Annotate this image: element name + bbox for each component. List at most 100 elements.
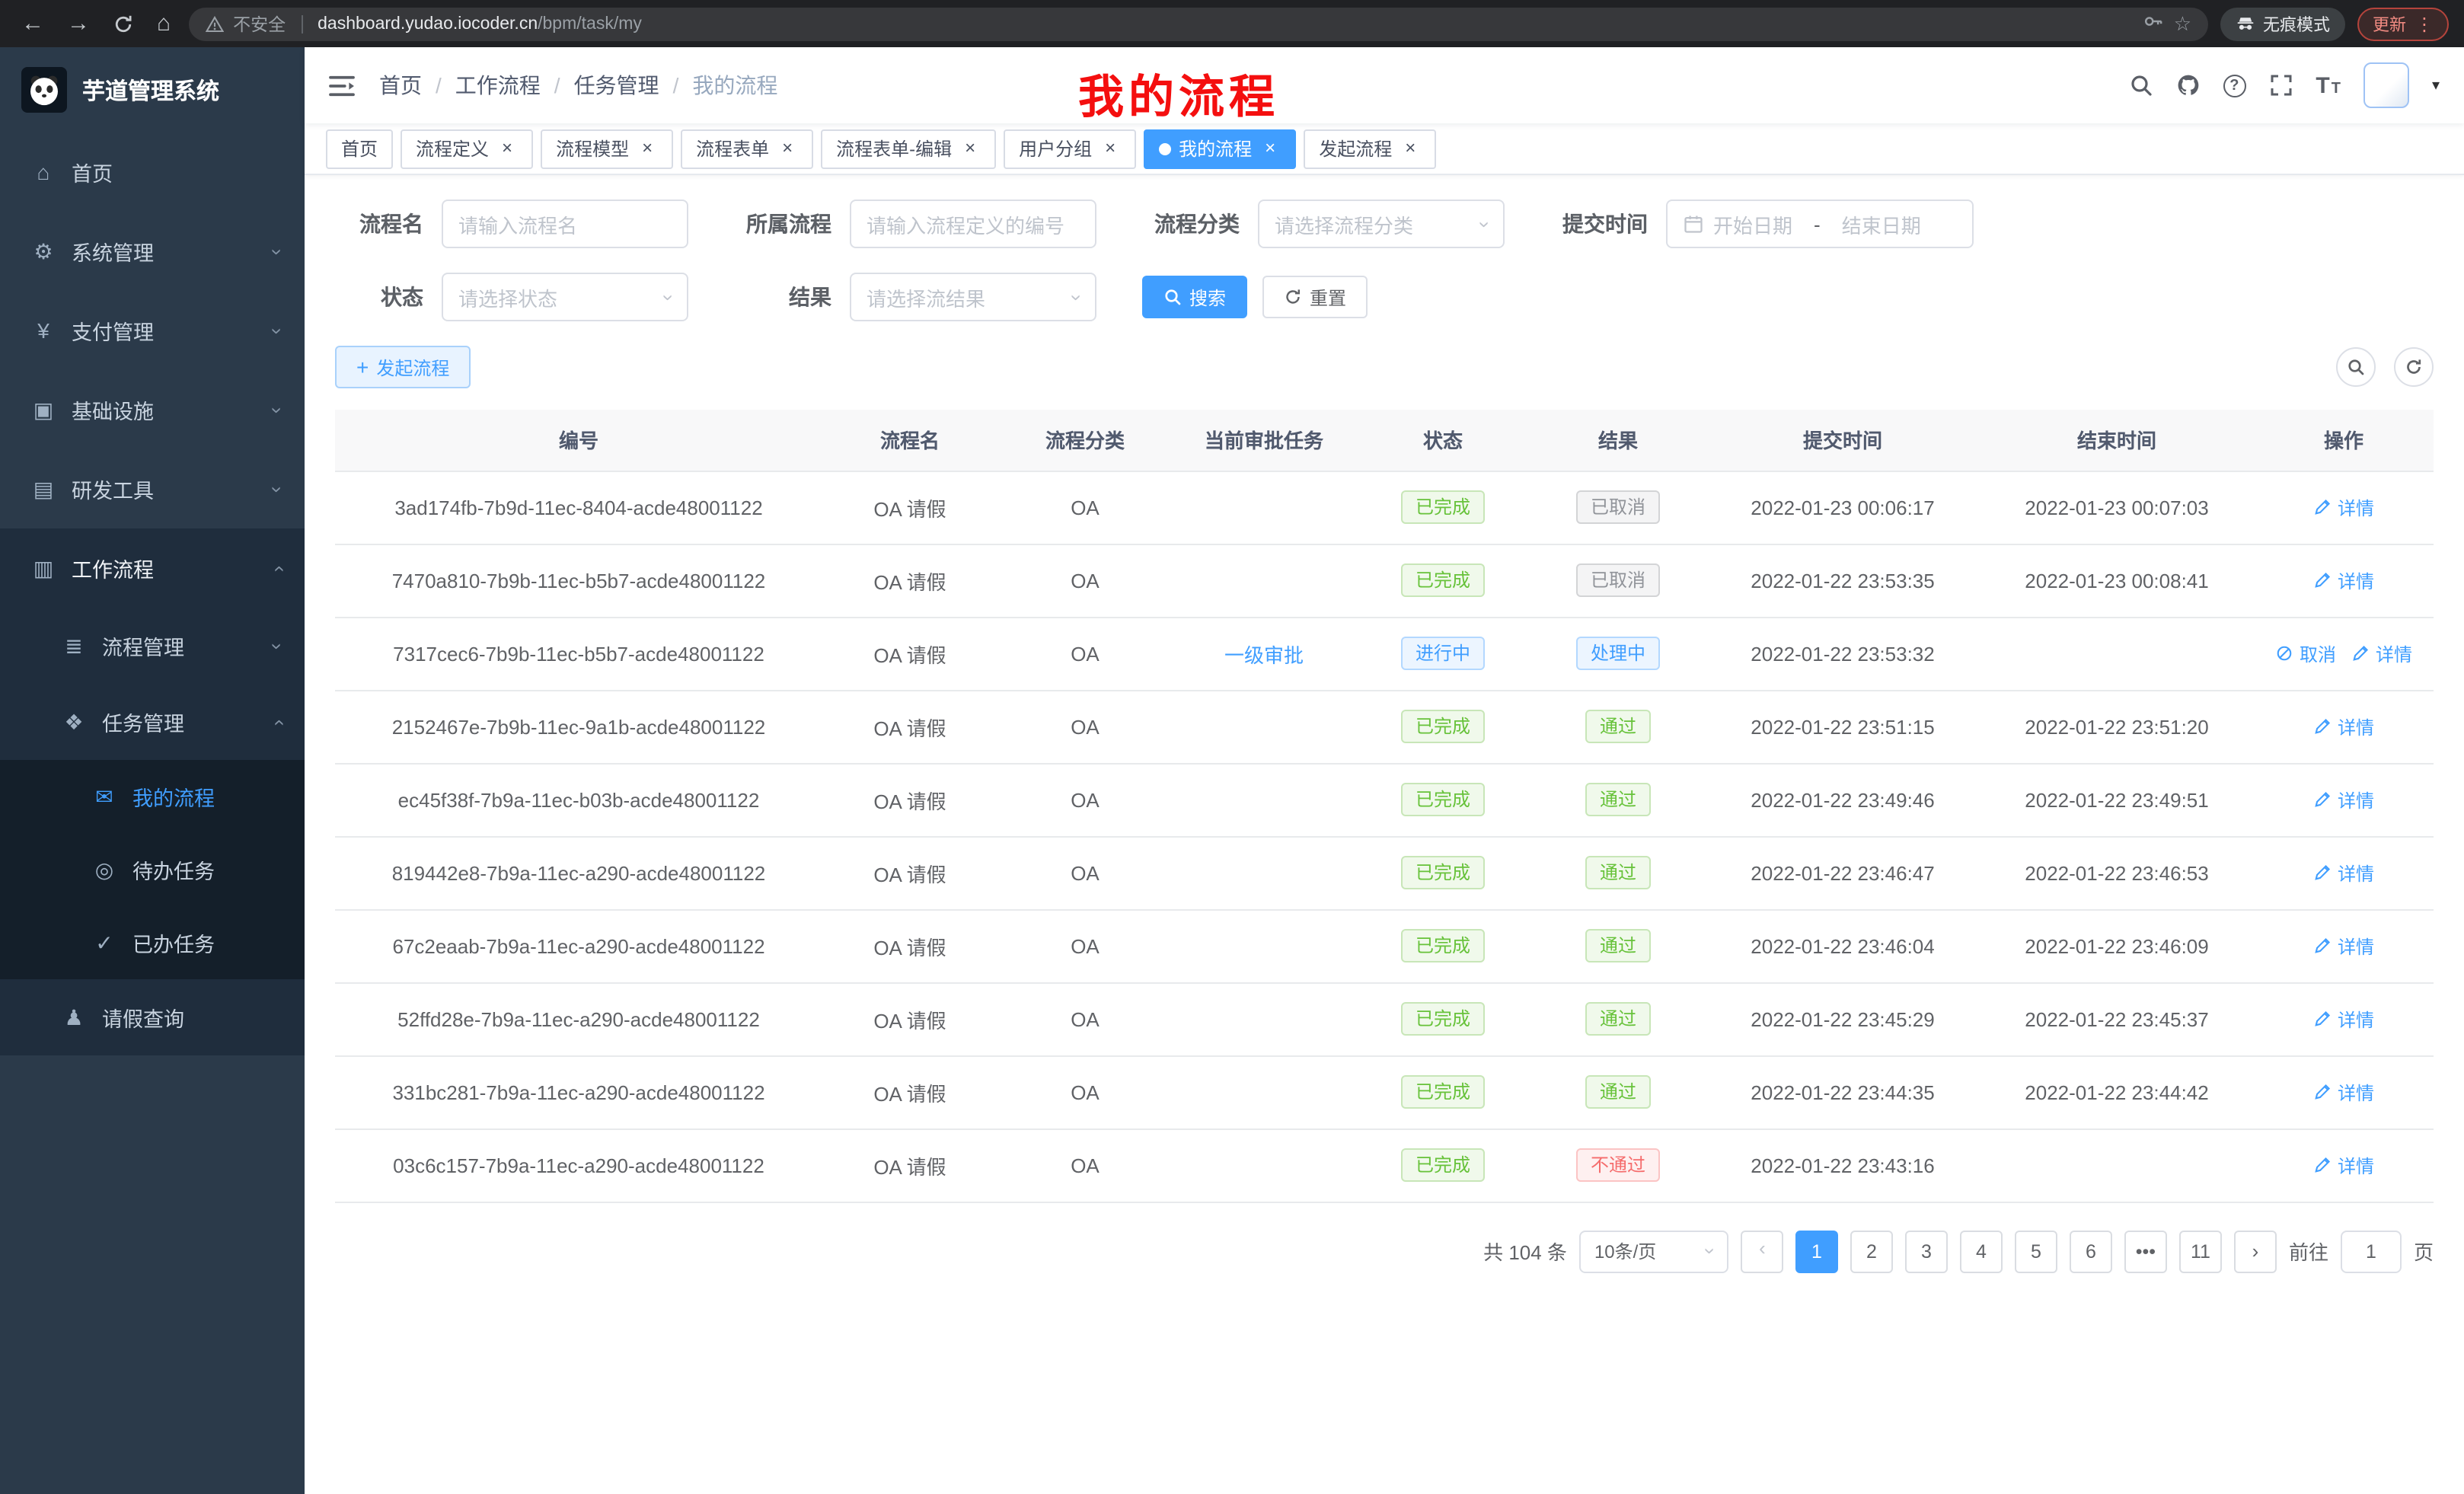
process-definition-input[interactable]: 请输入流程定义的编号 <box>850 200 1096 248</box>
prev-page-button[interactable]: › <box>1741 1230 1783 1272</box>
sidebar-item[interactable]: ✉ 我的流程 <box>0 760 305 833</box>
breadcrumb-item[interactable]: 首页 <box>379 70 422 101</box>
update-button[interactable]: 更新 ⋮ <box>2357 7 2449 40</box>
security-label[interactable]: 不安全 <box>233 11 286 36</box>
page-button[interactable]: ••• <box>2124 1230 2167 1272</box>
goto-page-input[interactable]: 1 <box>2341 1230 2402 1272</box>
close-icon[interactable]: × <box>637 138 658 159</box>
close-icon[interactable]: × <box>959 138 981 159</box>
fullscreen-icon[interactable] <box>2268 73 2293 97</box>
browser-menu-icon[interactable]: ⋮ <box>2415 13 2434 34</box>
close-icon[interactable]: × <box>777 138 798 159</box>
browser-forward-icon[interactable]: → <box>67 12 90 35</box>
tab[interactable]: 用户分组 × <box>1004 129 1136 168</box>
browser-reload-icon[interactable] <box>113 13 134 34</box>
cell-status: 已完成 <box>1355 763 1530 836</box>
page-button[interactable]: 5 <box>2015 1230 2057 1272</box>
page-button[interactable]: 2 <box>1850 1230 1893 1272</box>
sidebar-item[interactable]: ▤ 研发工具 › <box>0 449 305 528</box>
cell-id: 819442e8-7b9a-11ec-a290-acde48001122 <box>335 836 822 909</box>
breadcrumb-item[interactable]: 任务管理 <box>574 70 659 101</box>
detail-link[interactable]: 详情 <box>2313 1006 2374 1032</box>
close-icon[interactable]: × <box>1259 138 1281 159</box>
detail-link[interactable]: 详情 <box>2313 567 2374 593</box>
detail-link[interactable]: 详情 <box>2351 640 2412 666</box>
status-badge: 已完成 <box>1402 710 1484 743</box>
column-header: 结束时间 <box>1980 410 2254 471</box>
close-icon[interactable]: × <box>496 138 518 159</box>
tab[interactable]: 流程表单-编辑 × <box>821 129 996 168</box>
reset-button[interactable]: 重置 <box>1262 276 1368 318</box>
cell-current-task: 一级审批 <box>1173 617 1355 690</box>
category-select[interactable]: 请选择流程分类 › <box>1258 200 1505 248</box>
page-size-select[interactable]: 10条/页 › <box>1579 1230 1728 1272</box>
address-bar[interactable]: 不安全 dashboard.yudao.iocoder.cn/bpm/task/… <box>189 7 2208 40</box>
tab[interactable]: 发起流程 × <box>1304 129 1436 168</box>
cell-category: OA <box>997 836 1173 909</box>
password-key-icon[interactable] <box>2143 11 2165 37</box>
close-icon[interactable]: × <box>1100 138 1121 159</box>
detail-link[interactable]: 详情 <box>2313 787 2374 812</box>
browser-home-icon[interactable]: ⌂ <box>157 12 171 35</box>
sidebar-item[interactable]: ✓ 已办任务 <box>0 906 305 979</box>
start-date-placeholder[interactable]: 开始日期 <box>1713 209 1792 238</box>
page-button[interactable]: 11 <box>2179 1230 2222 1272</box>
avatar[interactable] <box>2363 62 2409 108</box>
table-row: 67c2eaab-7b9a-11ec-a290-acde48001122 OA … <box>335 909 2434 982</box>
date-range-picker[interactable]: 开始日期 - 结束日期 <box>1666 200 1974 248</box>
detail-link[interactable]: 详情 <box>2313 933 2374 959</box>
show-search-button[interactable] <box>2336 347 2376 387</box>
cancel-link[interactable]: 取消 <box>2275 640 2336 666</box>
sidebar-item[interactable]: ⚙ 系统管理 › <box>0 212 305 291</box>
sidebar-item-workflow[interactable]: ▥ 工作流程 › <box>0 528 305 608</box>
sidebar-item-leave-query[interactable]: ♟ 请假查询 <box>0 979 305 1055</box>
tab[interactable]: 流程定义 × <box>401 129 533 168</box>
search-button[interactable]: 搜索 <box>1142 276 1247 318</box>
search-icon[interactable] <box>2128 73 2153 97</box>
sidebar-item[interactable]: ⌂ 首页 › <box>0 132 305 212</box>
cell-status: 进行中 <box>1355 617 1530 690</box>
tab[interactable]: 流程模型 × <box>541 129 673 168</box>
cell-status: 已完成 <box>1355 544 1530 617</box>
page-button[interactable]: 6 <box>2070 1230 2112 1272</box>
tab[interactable]: 流程表单 × <box>681 129 813 168</box>
close-icon[interactable]: × <box>1400 138 1421 159</box>
page-button[interactable]: 1 <box>1795 1230 1838 1272</box>
breadcrumb-item[interactable]: 我的流程 <box>692 70 777 101</box>
status-select[interactable]: 请选择状态 › <box>442 273 688 321</box>
menu-icon: ¥ <box>30 318 56 343</box>
detail-link[interactable]: 详情 <box>2313 1152 2374 1178</box>
sidebar-item[interactable]: ◎ 待办任务 <box>0 833 305 906</box>
next-page-button[interactable]: › <box>2234 1230 2277 1272</box>
sidebar-item-task-mgmt[interactable]: ❖ 任务管理 › <box>0 684 305 760</box>
result-select[interactable]: 请选择流结果 › <box>850 273 1096 321</box>
bookmark-star-icon[interactable]: ☆ <box>2174 11 2191 36</box>
sidebar-item[interactable]: ¥ 支付管理 › <box>0 291 305 370</box>
breadcrumb-item[interactable]: 工作流程 <box>455 70 541 101</box>
github-icon[interactable] <box>2175 73 2200 97</box>
browser-back-icon[interactable]: ← <box>21 12 44 35</box>
tab-label: 流程定义 <box>416 136 489 161</box>
sidebar-item[interactable]: ▣ 基础设施 › <box>0 370 305 449</box>
detail-link[interactable]: 详情 <box>2313 713 2374 739</box>
process-name-input[interactable]: 请输入流程名 <box>442 200 688 248</box>
end-date-placeholder[interactable]: 结束日期 <box>1842 209 1921 238</box>
help-icon[interactable]: ? <box>2223 74 2245 97</box>
app-logo[interactable]: 芋道管理系统 <box>0 47 305 132</box>
detail-link[interactable]: 详情 <box>2313 860 2374 886</box>
caret-down-icon[interactable]: ▾ <box>2432 77 2440 94</box>
tab[interactable]: 首页 × <box>326 129 393 168</box>
sidebar-item-process-mgmt[interactable]: ≣ 流程管理 › <box>0 608 305 684</box>
page-button[interactable]: 3 <box>1905 1230 1948 1272</box>
sidebar-toggle-icon[interactable] <box>329 74 355 97</box>
create-process-button[interactable]: + 发起流程 <box>335 346 471 388</box>
detail-link[interactable]: 详情 <box>2313 494 2374 520</box>
detail-link[interactable]: 详情 <box>2313 1079 2374 1105</box>
tab[interactable]: 我的流程 × <box>1144 129 1296 168</box>
filter-label-definition: 所属流程 <box>725 209 831 239</box>
font-size-icon[interactable]: TT <box>2316 72 2341 98</box>
refresh-table-button[interactable] <box>2394 347 2434 387</box>
current-task-link[interactable]: 一级审批 <box>1224 643 1304 666</box>
cell-status: 已完成 <box>1355 1128 1530 1202</box>
page-button[interactable]: 4 <box>1960 1230 2003 1272</box>
